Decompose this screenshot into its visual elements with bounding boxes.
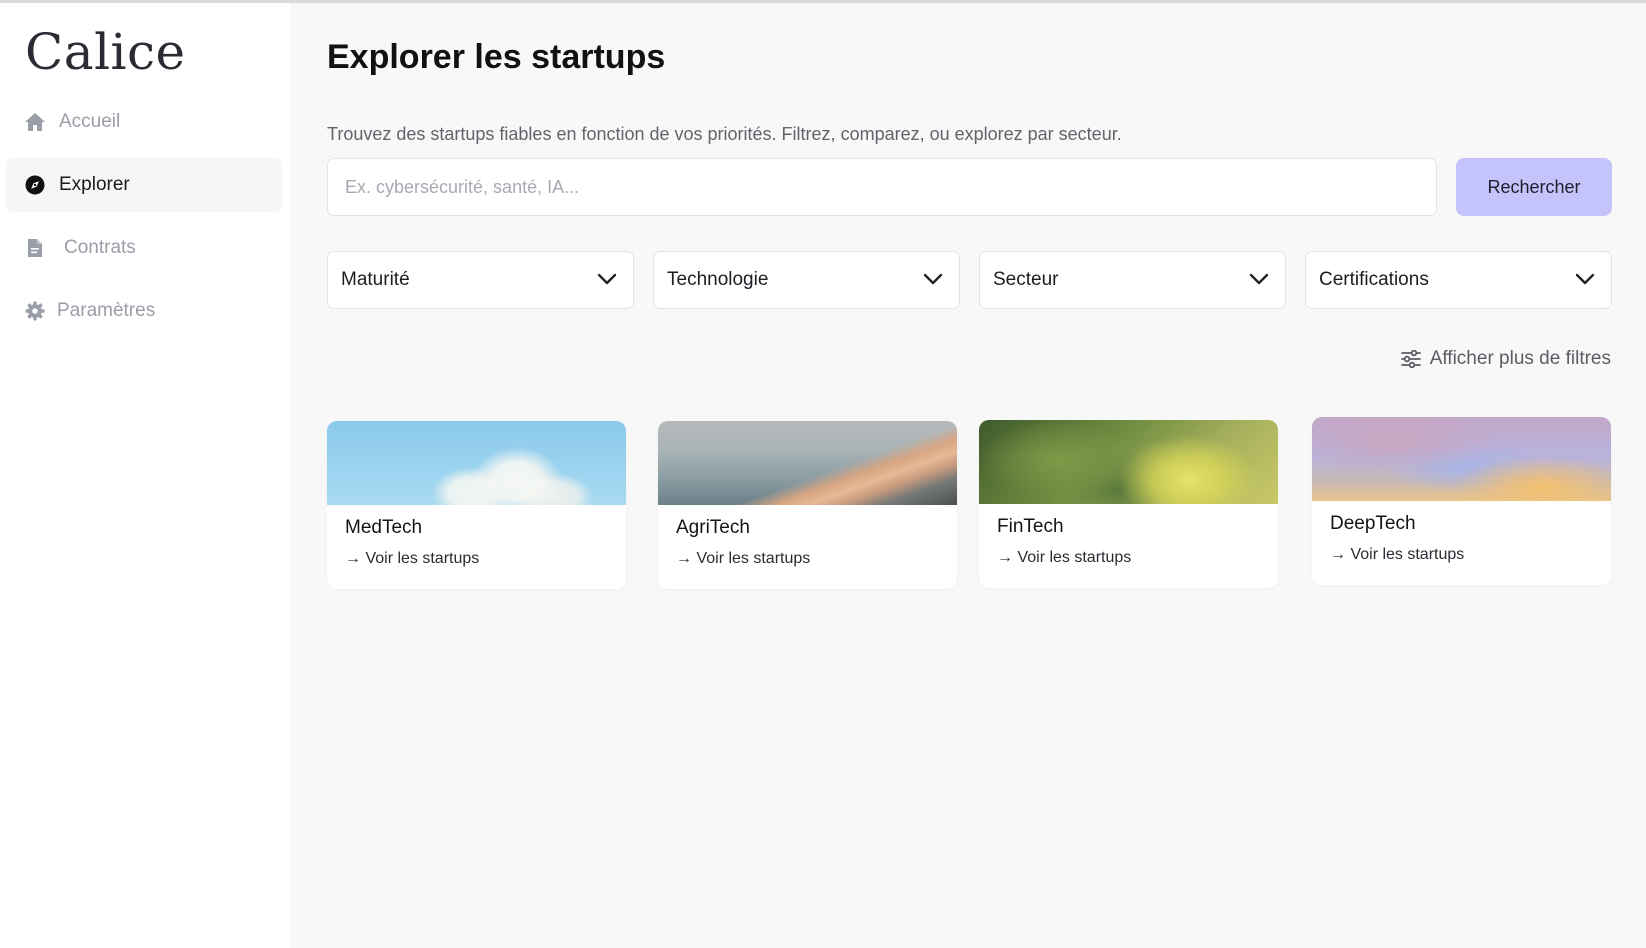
search-button[interactable]: Rechercher (1456, 158, 1612, 216)
sidebar-item-label: Explorer (59, 174, 130, 195)
app-logo[interactable]: Calice (25, 23, 186, 81)
filter-certifications[interactable]: Certifications (1305, 251, 1612, 309)
filter-maturite[interactable]: Maturité (327, 251, 634, 309)
app-window: Calice Accueil Explorer Contrats Paramèt… (0, 0, 1646, 948)
sector-card-agritech[interactable]: AgriTech → Voir les startups (658, 421, 957, 589)
sidebar: Calice Accueil Explorer Contrats Paramèt… (0, 3, 290, 948)
sector-card-image (979, 420, 1278, 504)
filter-label: Maturité (341, 269, 410, 290)
page-subtitle: Trouvez des startups fiables en fonction… (327, 124, 1122, 144)
sector-card-title: MedTech (345, 517, 423, 538)
gear-icon (23, 299, 47, 323)
sidebar-item-explorer[interactable]: Explorer (6, 158, 282, 212)
sector-card-image (327, 421, 626, 505)
sliders-icon (1400, 350, 1421, 368)
sector-card-link[interactable]: → Voir les startups (997, 549, 1131, 567)
sector-card-medtech[interactable]: MedTech → Voir les startups (327, 421, 626, 589)
filter-technologie[interactable]: Technologie (653, 251, 960, 309)
chevron-down-icon (923, 269, 943, 291)
filter-label: Technologie (667, 269, 769, 290)
sector-card-link[interactable]: → Voir les startups (345, 550, 479, 568)
page-title: Explorer les startups (327, 38, 666, 76)
main-content: Explorer les startups Trouvez des startu… (290, 3, 1646, 948)
sector-card-deeptech[interactable]: DeepTech → Voir les startups (1312, 417, 1611, 585)
sector-card-link[interactable]: → Voir les startups (676, 550, 810, 568)
sidebar-item-label: Paramètres (57, 300, 156, 321)
sector-card-image (1312, 417, 1611, 501)
sector-card-fintech[interactable]: FinTech → Voir les startups (979, 420, 1278, 588)
sector-card-title: FinTech (997, 516, 1064, 537)
sidebar-item-contrats[interactable]: Contrats (6, 221, 282, 275)
chevron-down-icon (1249, 269, 1269, 291)
compass-icon (23, 173, 47, 197)
sidebar-item-accueil[interactable]: Accueil (6, 95, 282, 149)
chevron-down-icon (597, 269, 617, 291)
sidebar-item-label: Contrats (64, 237, 136, 258)
filter-secteur[interactable]: Secteur (979, 251, 1286, 309)
sector-card-link[interactable]: → Voir les startups (1330, 546, 1464, 564)
sidebar-item-parametres[interactable]: Paramètres (6, 284, 282, 338)
sector-card-image (658, 421, 957, 505)
sector-card-title: DeepTech (1330, 513, 1416, 534)
chevron-down-icon (1575, 269, 1595, 291)
document-icon (23, 236, 47, 260)
filter-label: Secteur (993, 269, 1059, 290)
home-icon (23, 110, 47, 134)
more-filters-label: Afficher plus de filtres (1429, 348, 1611, 369)
filter-label: Certifications (1319, 269, 1429, 290)
sector-card-title: AgriTech (676, 517, 750, 538)
more-filters-button[interactable]: Afficher plus de filtres (1400, 348, 1611, 370)
sidebar-item-label: Accueil (59, 111, 121, 132)
search-input[interactable] (327, 158, 1437, 216)
